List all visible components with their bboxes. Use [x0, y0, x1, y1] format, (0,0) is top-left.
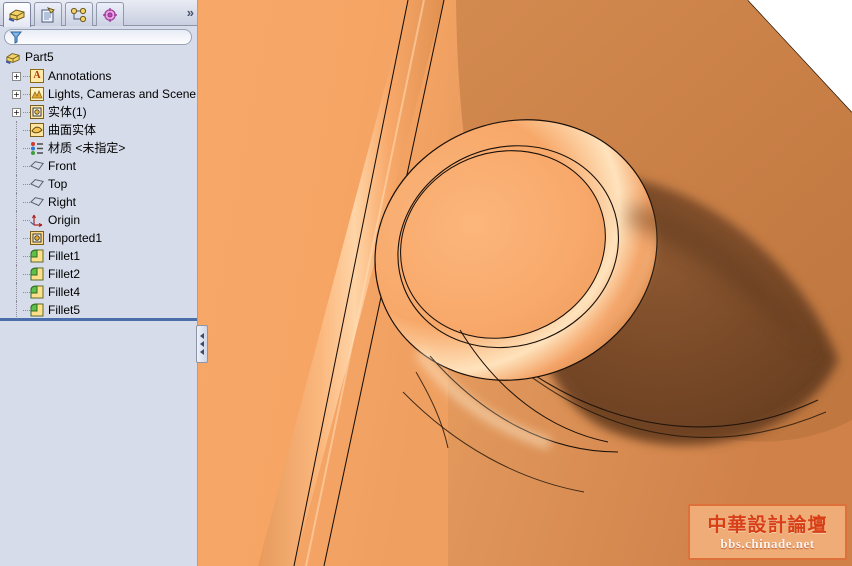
expander[interactable]: +	[12, 90, 21, 99]
display-crosshair-icon	[103, 7, 117, 22]
tree-connector	[23, 238, 30, 239]
watermark-url: bbs.chinade.net	[720, 535, 815, 551]
tree-connector	[23, 256, 30, 257]
tree-label: Annotations	[48, 69, 112, 83]
tree-item-top-plane[interactable]: Top	[0, 175, 197, 193]
tree-item-fillet2[interactable]: Fillet2	[0, 265, 197, 283]
tree-label: Top	[48, 177, 68, 191]
tree-label: Right	[48, 195, 77, 209]
filter-funnel-icon[interactable]	[10, 31, 22, 44]
expander[interactable]: +	[12, 108, 21, 117]
tree-connector	[16, 121, 17, 139]
tree-connector	[23, 274, 30, 275]
configuration-icon	[70, 7, 87, 22]
configuration-manager-tab[interactable]	[65, 2, 93, 26]
plane-icon	[30, 179, 44, 189]
tree-label: 材质 <未指定>	[48, 141, 126, 155]
splitter-arrow-icon	[200, 341, 204, 347]
fillet-icon	[30, 267, 44, 281]
tree-label: Fillet1	[48, 249, 81, 263]
feature-manager-tab[interactable]	[3, 2, 31, 27]
tree-connector	[23, 166, 30, 167]
tree-connector	[23, 148, 30, 149]
display-manager-tab[interactable]	[96, 2, 124, 26]
part-block-icon	[8, 9, 25, 22]
tree-label: Front	[48, 159, 77, 173]
tree-label: 实体(1)	[48, 105, 87, 119]
plane-icon	[30, 197, 44, 207]
tree-item-solid-bodies[interactable]: + 实体(1)	[0, 103, 197, 121]
tree-connector	[23, 202, 30, 203]
watermark-title: 中華設計論壇	[707, 513, 828, 536]
tree-connector	[23, 184, 30, 185]
tree-connector	[16, 139, 17, 157]
tree-connector	[16, 175, 17, 193]
expander[interactable]: +	[12, 72, 21, 81]
tree-item-fillet5[interactable]: Fillet5	[0, 301, 197, 318]
tree-label: Fillet2	[48, 267, 81, 281]
tree-connector	[23, 130, 30, 131]
solid-bodies-icon	[30, 105, 44, 119]
tree-label: Imported1	[48, 231, 103, 245]
tree-item-lights[interactable]: + Lights, Cameras and Scene	[0, 85, 197, 103]
tree-item-front-plane[interactable]: Front	[0, 157, 197, 175]
material-icon	[31, 142, 43, 155]
tree-connector	[16, 193, 17, 211]
imported-icon	[30, 231, 44, 245]
tree-connector	[23, 112, 30, 113]
tree-item-fillet1[interactable]: Fillet1	[0, 247, 197, 265]
filter-bar	[0, 27, 197, 47]
tree-item-imported1[interactable]: Imported1	[0, 229, 197, 247]
tree-label: Origin	[48, 213, 81, 227]
tree-connector	[16, 229, 17, 247]
tree-label: 曲面实体	[48, 123, 97, 137]
splitter-arrow-icon	[200, 333, 204, 339]
tab-overflow-button[interactable]: »	[187, 5, 194, 21]
tree-item-fillet4[interactable]: Fillet4	[0, 283, 197, 301]
solidworks-window: 中華設計論壇 bbs.chinade.net » Part5 + A Annot…	[0, 0, 852, 566]
tree-connector	[23, 94, 30, 95]
plane-icon	[30, 161, 44, 171]
3d-viewport[interactable]: 中華設計論壇 bbs.chinade.net	[198, 0, 852, 566]
tree-item-part[interactable]: Part5	[0, 48, 197, 67]
surface-bodies-icon	[30, 123, 44, 137]
tree-label: Fillet5	[48, 303, 81, 317]
clipboard-icon	[41, 6, 55, 22]
fillet-icon	[30, 303, 44, 317]
tree-label: Part5	[25, 50, 54, 64]
lights-icon	[30, 87, 44, 101]
tree-item-material[interactable]: 材质 <未指定>	[0, 139, 197, 157]
tree-connector	[16, 211, 17, 229]
tree-label: Fillet4	[48, 285, 81, 299]
tree-item-origin[interactable]: Origin	[0, 211, 197, 229]
tree-connector	[16, 247, 17, 265]
tree-item-right-plane[interactable]: Right	[0, 193, 197, 211]
part-icon	[6, 53, 20, 65]
cad-model-render	[198, 0, 852, 566]
tree-label: Lights, Cameras and Scene	[48, 87, 197, 101]
manager-tab-strip: »	[0, 0, 197, 27]
forum-watermark: 中華設計論壇 bbs.chinade.net	[688, 504, 847, 560]
panel-empty-area	[0, 321, 197, 566]
tree-connector	[23, 292, 30, 293]
tree-connector	[16, 301, 17, 318]
splitter-arrow-icon	[200, 349, 204, 355]
tree-connector	[16, 283, 17, 301]
feature-tree[interactable]: Part5 + A Annotations + Lights, Cameras …	[0, 48, 197, 318]
fillet-icon	[30, 285, 44, 299]
feature-manager-panel: » Part5 + A Annotations + Lights, Camera…	[0, 0, 198, 566]
fillet-icon	[30, 249, 44, 263]
search-input[interactable]	[4, 29, 192, 45]
origin-icon	[30, 214, 43, 227]
tree-connector	[16, 157, 17, 175]
panel-splitter-handle[interactable]	[196, 325, 208, 363]
tree-connector	[23, 220, 30, 221]
tree-item-annotations[interactable]: + A Annotations	[0, 67, 197, 85]
tree-connector	[23, 76, 30, 77]
tree-connector	[16, 265, 17, 283]
property-manager-tab[interactable]	[34, 2, 62, 26]
annotations-icon: A	[30, 69, 44, 83]
tree-item-surface-bodies[interactable]: 曲面实体	[0, 121, 197, 139]
tree-connector	[23, 310, 30, 311]
